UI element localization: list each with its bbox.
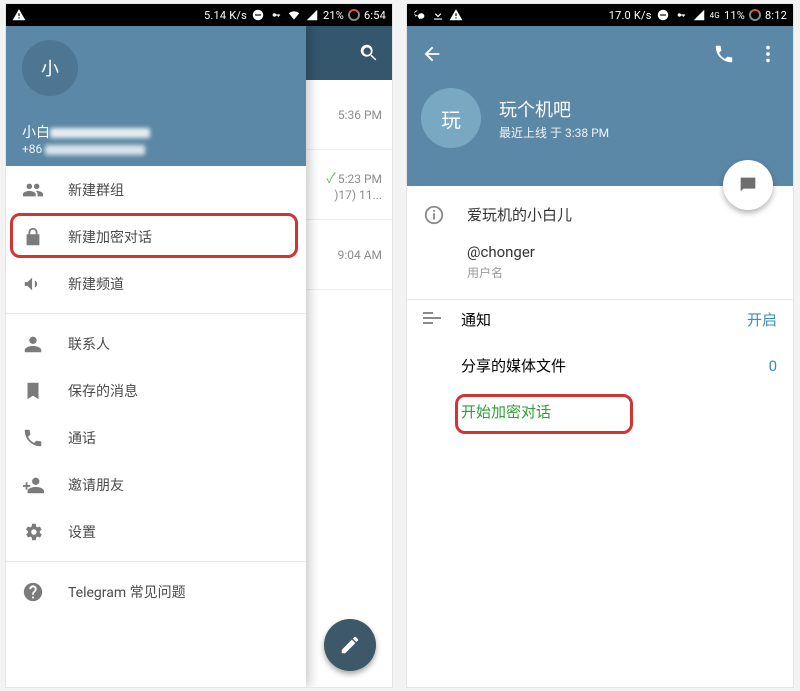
more-button[interactable] [757, 43, 779, 65]
chat-icon [737, 174, 759, 196]
chat-list-background: 5:36 PM ✓5:23 PM )17) 11... 9:04 AM [306, 26, 392, 687]
dnd-icon [656, 8, 670, 22]
signal-icon [305, 8, 319, 22]
row-label: 开始加密对话 [461, 401, 551, 422]
status-bar: 17.0 K/s 4G 11% 8:12 [407, 4, 793, 26]
row-start-secret-chat[interactable]: 开始加密对话 [461, 388, 777, 434]
search-icon[interactable] [358, 42, 380, 64]
wifi-icon [287, 8, 301, 22]
arrow-back-icon [421, 43, 443, 65]
row-value: 开启 [747, 309, 777, 330]
status-battery-pct: 21% [323, 9, 344, 22]
redacted-blur [50, 128, 150, 138]
vpn-key-icon [674, 8, 688, 22]
profile-title: 玩个机吧 [499, 96, 609, 122]
avatar[interactable]: 玩 [421, 88, 481, 148]
drawer-header: 小 小白 +86 [6, 26, 306, 166]
info-icon [423, 204, 445, 226]
check-icon: ✓ [326, 171, 336, 187]
menu-label: 新建加密对话 [68, 227, 152, 247]
menu-label: 通话 [68, 428, 96, 448]
battery-ring-icon [749, 9, 761, 21]
menu-new-channel[interactable]: 新建频道 [6, 260, 306, 307]
chat-time: 5:36 PM [338, 108, 382, 122]
battery-ring-icon [348, 9, 360, 21]
back-button[interactable] [421, 43, 443, 65]
status-bar: 5.14 K/s 21% 6:54 [6, 4, 392, 26]
chat-list-row[interactable]: ✓5:23 PM )17) 11... [306, 150, 392, 220]
status-speed: 5.14 K/s [204, 9, 247, 22]
avatar-letter: 玩 [441, 104, 461, 133]
menu-faq[interactable]: Telegram 常见问题 [6, 568, 306, 615]
menu-new-secret-chat[interactable]: 新建加密对话 [6, 213, 306, 260]
chat-time: 9:04 AM [338, 248, 382, 262]
status-speed: 17.0 K/s [609, 9, 652, 22]
menu-label: 设置 [68, 522, 96, 542]
menu-invite-friends[interactable]: 邀请朋友 [6, 461, 306, 508]
profile-appbar: 玩 玩个机吧 最近上线 于 3:38 PM [407, 26, 793, 186]
chat-list-row[interactable]: 9:04 AM [306, 220, 392, 290]
download-icon [431, 8, 445, 22]
compose-fab[interactable] [324, 619, 376, 671]
more-vert-icon [757, 43, 779, 65]
profile-username[interactable]: @chonger [467, 243, 777, 261]
lock-icon [22, 226, 44, 248]
chat-list-row[interactable]: 5:36 PM [306, 80, 392, 150]
menu-label: Telegram 常见问题 [68, 582, 186, 602]
person-add-icon [22, 474, 44, 496]
row-label: 分享的媒体文件 [461, 355, 566, 376]
redacted-blur [45, 145, 145, 155]
chatlist-appbar [306, 26, 392, 80]
menu-new-group[interactable]: 新建群组 [6, 166, 306, 213]
screenshot-drawer-menu: 5.14 K/s 21% 6:54 5:36 PM ✓5:23 PM )17) … [5, 3, 393, 688]
status-network: 4G [710, 11, 720, 20]
avatar[interactable]: 小 [22, 40, 78, 96]
avatar-letter: 小 [41, 55, 59, 81]
menu-saved-messages[interactable]: 保存的消息 [6, 367, 306, 414]
warning-icon [449, 8, 463, 22]
help-icon [22, 581, 44, 603]
status-battery-pct: 11% [724, 9, 745, 22]
menu-label: 保存的消息 [68, 381, 138, 401]
menu-label: 邀请朋友 [68, 475, 124, 495]
row-label: 通知 [461, 309, 491, 330]
chat-preview: )17) 11... [334, 188, 382, 202]
signal-icon [692, 8, 706, 22]
person-icon [22, 333, 44, 355]
drawer-phone-prefix: +86 [22, 142, 42, 156]
status-clock: 6:54 [364, 9, 386, 22]
profile-last-seen: 最近上线 于 3:38 PM [499, 124, 609, 141]
pencil-icon [339, 634, 361, 656]
phone-icon [713, 43, 735, 65]
wechat-icon [413, 8, 427, 22]
status-clock: 8:12 [765, 9, 787, 22]
menu-label: 新建群组 [68, 180, 124, 200]
bookmark-icon [22, 380, 44, 402]
navigation-drawer: 小 小白 +86 新建群组 新建加密对话 新建频道 联系人 保存的消息 [6, 26, 306, 687]
menu-settings[interactable]: 设置 [6, 508, 306, 555]
menu-contacts[interactable]: 联系人 [6, 320, 306, 367]
row-value: 0 [769, 357, 777, 375]
message-fab[interactable] [723, 160, 773, 210]
drawer-username: 小白 [22, 125, 50, 141]
row-shared-media[interactable]: 分享的媒体文件 0 [461, 342, 777, 388]
call-button[interactable] [713, 43, 735, 65]
group-icon [22, 179, 44, 201]
chat-time: 5:23 PM [338, 172, 382, 186]
gear-icon [22, 521, 44, 543]
warning-icon [12, 8, 26, 22]
menu-label: 新建频道 [68, 274, 124, 294]
phone-icon [22, 427, 44, 449]
profile-username-label: 用户名 [467, 264, 777, 281]
profile-bio: 爱玩机的小白儿 [467, 204, 777, 225]
megaphone-icon [22, 273, 44, 295]
list-icon [423, 312, 443, 326]
vpn-key-icon [269, 8, 283, 22]
screenshot-profile-page: 17.0 K/s 4G 11% 8:12 玩 [406, 3, 794, 688]
menu-calls[interactable]: 通话 [6, 414, 306, 461]
separator [6, 313, 306, 314]
dnd-icon [251, 8, 265, 22]
menu-label: 联系人 [68, 334, 110, 354]
separator [6, 561, 306, 562]
